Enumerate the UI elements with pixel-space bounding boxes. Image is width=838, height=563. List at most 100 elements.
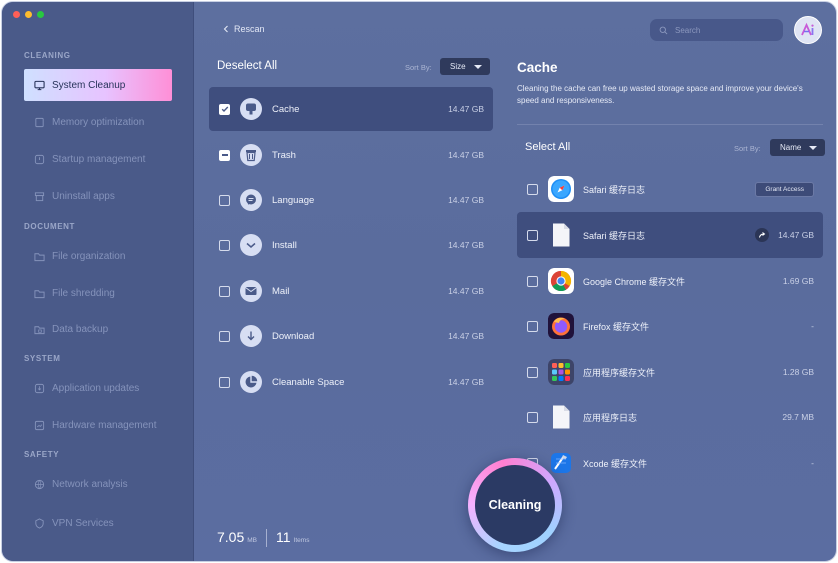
category-row-download[interactable]: Download 14.47 GB [209,314,493,358]
sidebar-item-data-backup[interactable]: Data backup [24,313,172,345]
memory-icon [34,117,45,128]
app-logo-icon[interactable] [794,16,822,44]
category-checkbox[interactable] [219,330,230,342]
sort-by-label: Sort By: [734,144,761,153]
category-row-mail[interactable]: Mail 14.47 GB [209,269,493,313]
search-placeholder: Search [675,25,701,35]
sidebar-item-system-cleanup[interactable]: System Cleanup [24,69,172,101]
category-size: 14.47 GB [448,240,484,250]
trash-icon [34,191,45,202]
category-size: 14.47 GB [448,331,484,341]
sidebar-item-file-shredding[interactable]: File shredding [24,277,172,309]
category-checkbox[interactable] [219,194,230,206]
sidebar-section-safety: SAFETY [24,450,60,459]
monitor-icon [34,80,45,91]
folder-backup-icon [34,324,45,335]
detail-description: Cleaning the cache can free up wasted st… [517,84,803,105]
document-icon [548,404,574,430]
search-input[interactable]: Search [650,19,783,41]
sidebar-item-file-organization[interactable]: File organization [24,240,172,272]
category-checkbox[interactable] [219,239,230,251]
reveal-arrow-icon[interactable] [755,228,770,242]
sort-by-label: Sort By: [405,63,432,72]
category-checkbox[interactable] [219,376,230,388]
file-row[interactable]: 应用程序日志 29.7 MB [517,394,823,440]
zoom-window-button[interactable] [37,11,44,18]
window-controls [13,11,44,18]
file-size: 1.28 GB [782,367,814,377]
sidebar-item-label: VPN Services [52,517,114,529]
file-checkbox[interactable] [527,320,538,332]
category-row-cleanable-space[interactable]: Cleanable Space 14.47 GB [209,360,493,404]
file-row[interactable]: Google Chrome 缓存文件 1.69 GB [517,258,823,304]
language-icon [240,189,262,211]
file-row[interactable]: Xcode 缓存文件 - [517,440,823,486]
file-checkbox[interactable] [527,229,538,241]
category-checkbox[interactable] [219,285,230,297]
selected-count-value: 11 [276,529,291,545]
category-checkbox[interactable] [219,103,230,115]
pie-icon [240,371,262,393]
file-size: 1.69 GB [782,276,814,286]
folder-shred-icon [34,288,45,299]
file-row[interactable]: Safari 缓存日志 Grant Access [517,166,823,212]
category-name: Cleanable Space [272,376,345,388]
app-grid-icon [548,359,574,385]
sidebar-item-label: Data backup [52,323,109,335]
chrome-icon [548,268,574,294]
file-row[interactable]: Safari 缓存日志 14.47 GB [517,212,823,258]
grant-access-button[interactable]: Grant Access [755,181,814,197]
category-row-trash[interactable]: Trash 14.47 GB [209,133,493,177]
globe-icon [34,479,45,490]
select-all-button[interactable]: Select All [525,141,570,153]
sort-by-dropdown[interactable]: Size [440,58,490,75]
file-checkbox[interactable] [527,183,538,195]
file-name: Safari 缓存日志 [583,230,646,241]
sort-by-dropdown[interactable]: Name [770,139,826,156]
file-checkbox[interactable] [527,366,538,378]
category-size: 14.47 GB [448,377,484,387]
category-row-install[interactable]: Install 14.47 GB [209,223,493,267]
install-icon [240,234,262,256]
category-row-cache[interactable]: Cache 14.47 GB [209,87,493,131]
sidebar: CLEANING System Cleanup Memory optimizat… [2,2,194,561]
category-checkbox[interactable] [219,149,230,161]
sidebar-item-memory-optimization[interactable]: Memory optimization [24,106,172,138]
file-row[interactable]: 应用程序缓存文件 1.28 GB [517,349,823,395]
cleaning-button-label: Cleaning [475,465,555,545]
category-size: 14.47 GB [448,286,484,296]
file-name: Google Chrome 缓存文件 [583,276,686,287]
category-row-language[interactable]: Language 14.47 GB [209,178,493,222]
cache-icon [240,98,262,120]
file-checkbox[interactable] [527,411,538,423]
sidebar-item-application-updates[interactable]: Application updates [24,372,172,404]
sidebar-item-hardware-management[interactable]: Hardware management [24,409,172,441]
cleaning-button[interactable]: Cleaning [468,458,562,552]
rescan-button[interactable]: Rescan [223,24,265,34]
sidebar-item-uninstall-apps[interactable]: Uninstall apps [24,180,172,212]
app-window: CLEANING System Cleanup Memory optimizat… [1,1,837,562]
sidebar-item-startup-management[interactable]: Startup management [24,143,172,175]
file-name: Firefox 缓存文件 [583,321,650,332]
file-name: 应用程序缓存文件 [583,367,656,378]
sidebar-section-cleaning: CLEANING [24,51,71,60]
category-name: Download [272,330,315,342]
sidebar-item-network-analysis[interactable]: Network analysis [24,468,172,500]
rescan-label: Rescan [234,24,265,34]
detail-title: Cache [517,60,558,75]
file-checkbox[interactable] [527,275,538,287]
file-size: - [811,458,814,468]
sidebar-item-label: File organization [52,250,126,262]
deselect-all-button[interactable]: Deselect All [217,60,277,72]
file-row[interactable]: Firefox 缓存文件 - [517,303,823,349]
update-icon [34,383,45,394]
sidebar-item-label: Network analysis [52,478,128,490]
category-name: Trash [272,149,296,161]
xcode-icon [548,450,574,476]
close-window-button[interactable] [13,11,20,18]
minimize-window-button[interactable] [25,11,32,18]
sidebar-item-vpn-services[interactable]: VPN Services [24,507,172,539]
sort-by-value: Size [450,62,466,71]
sidebar-item-label: System Cleanup [52,79,126,91]
file-size: - [811,321,814,331]
